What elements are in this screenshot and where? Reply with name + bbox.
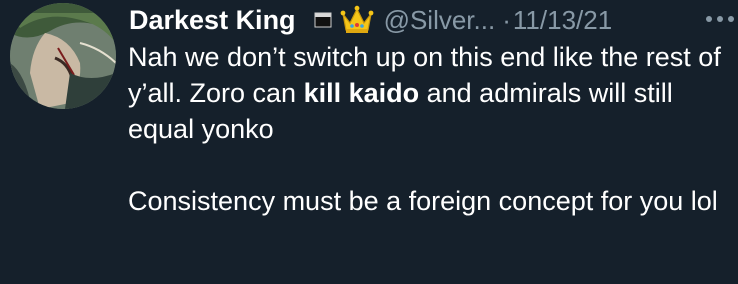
tweet-paragraph-2: Consistency must be a foreign concept fo… — [128, 186, 718, 216]
tweet[interactable]: Darkest King @Silver... · 11/13/21 Nah w… — [0, 0, 738, 284]
crown-icon — [340, 5, 374, 35]
tweet-text: Nah we don’t switch up on this end like … — [128, 39, 736, 219]
tweet-paragraph-1: Nah we don’t switch up on this end like … — [128, 39, 736, 147]
flag-icon — [314, 12, 332, 28]
avatar[interactable] — [10, 3, 116, 109]
separator-dot: · — [502, 4, 511, 35]
display-name[interactable]: Darkest King — [129, 5, 296, 36]
user-handle[interactable]: @Silver... — [384, 5, 496, 36]
tweet-header: Darkest King @Silver... · 11/13/21 — [129, 2, 612, 38]
more-options-icon[interactable] — [704, 12, 736, 24]
tweet-text-bold: kill kaido — [303, 78, 420, 108]
tweet-date[interactable]: 11/13/21 — [513, 5, 612, 36]
